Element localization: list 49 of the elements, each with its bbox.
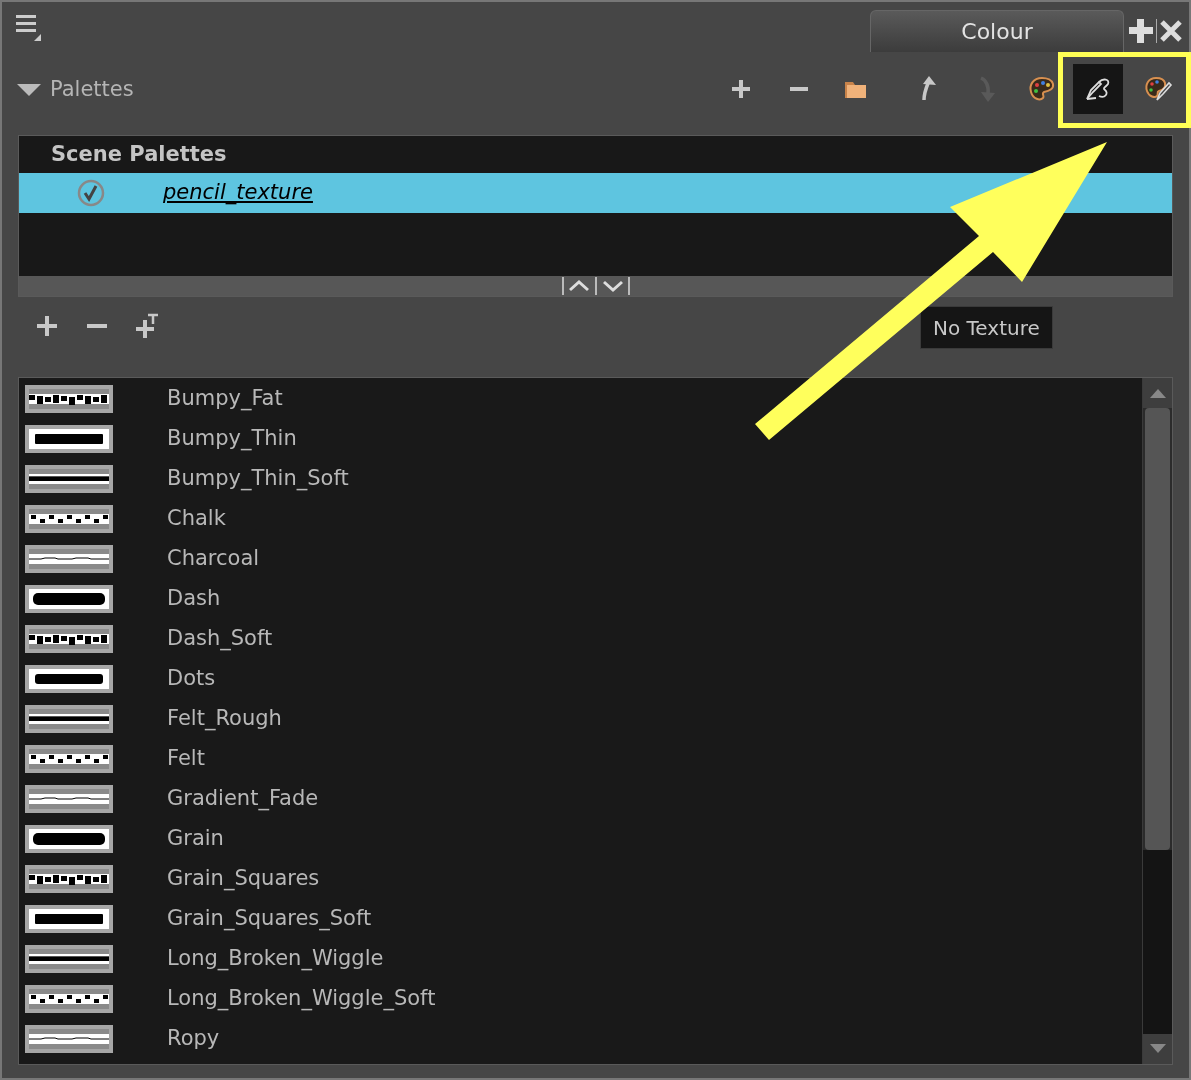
texture-name[interactable]: Grain_Squares [167,863,320,895]
list-header: Scene Palettes [50,140,228,168]
texture-swatch-icon[interactable] [25,545,113,573]
texture-name[interactable]: Charcoal [167,543,260,575]
scroll-down-icon[interactable] [1143,1034,1172,1064]
texture-name[interactable]: Long_Broken_Wiggle_Soft [167,983,436,1015]
scroll-thumb[interactable] [1145,408,1170,850]
texture-name[interactable]: Long_Broken_Wiggle [167,943,384,975]
texture-name[interactable]: Dash_Soft [167,623,273,655]
texture-swatch-icon[interactable] [25,705,113,733]
texture-swatch-icon[interactable] [25,665,113,693]
texture-swatch-icon[interactable] [25,785,113,813]
texture-name[interactable]: Grain [167,823,224,855]
panel-tab[interactable]: Colour [870,10,1124,52]
scroll-up-icon[interactable] [1143,378,1172,408]
texture-name[interactable]: Chalk [167,503,226,535]
texture-swatch-icon[interactable] [25,425,113,453]
splitter-bar[interactable] [19,276,1172,296]
pen-texture-button[interactable] [1073,64,1123,114]
texture-name[interactable]: Felt_Rough [167,703,282,735]
texture-name[interactable]: Bumpy_Thin_Soft [167,463,349,495]
section-title: Palettes [50,76,134,104]
texture-swatch-icon[interactable] [25,505,113,533]
texture-name[interactable]: Grain_Squares_Soft [167,903,372,935]
texture-swatch-icon[interactable] [25,945,113,973]
tooltip: No Texture [920,306,1053,349]
texture-swatch-icon[interactable] [25,585,113,613]
texture-name[interactable]: Bumpy_Fat [167,383,283,415]
scrollbar[interactable] [1142,378,1172,1064]
texture-swatch-icon[interactable] [25,905,113,933]
texture-swatch-icon[interactable] [25,1025,113,1053]
texture-name[interactable]: Bumpy_Thin [167,423,297,455]
texture-name[interactable]: Dots [167,663,216,695]
panel-menu-icon[interactable] [14,12,42,44]
texture-name[interactable]: Dash [167,583,221,615]
texture-name[interactable]: Ropy [167,1023,220,1055]
texture-swatch-icon[interactable] [25,465,113,493]
texture-swatch-icon[interactable] [25,745,113,773]
check-icon[interactable] [77,179,105,207]
texture-swatch-icon[interactable] [25,985,113,1013]
texture-swatch-icon[interactable] [25,825,113,853]
texture-name[interactable]: Gradient_Fade [167,783,319,815]
palette-row[interactable]: pencil_texture [19,173,1172,213]
texture-swatch-icon[interactable] [25,385,113,413]
add-panel-icon[interactable] [1126,16,1156,46]
texture-name[interactable]: Felt [167,743,205,775]
texture-swatch-icon[interactable] [25,625,113,653]
palette-name: pencil_texture [163,179,313,207]
texture-swatch-icon[interactable] [25,865,113,893]
